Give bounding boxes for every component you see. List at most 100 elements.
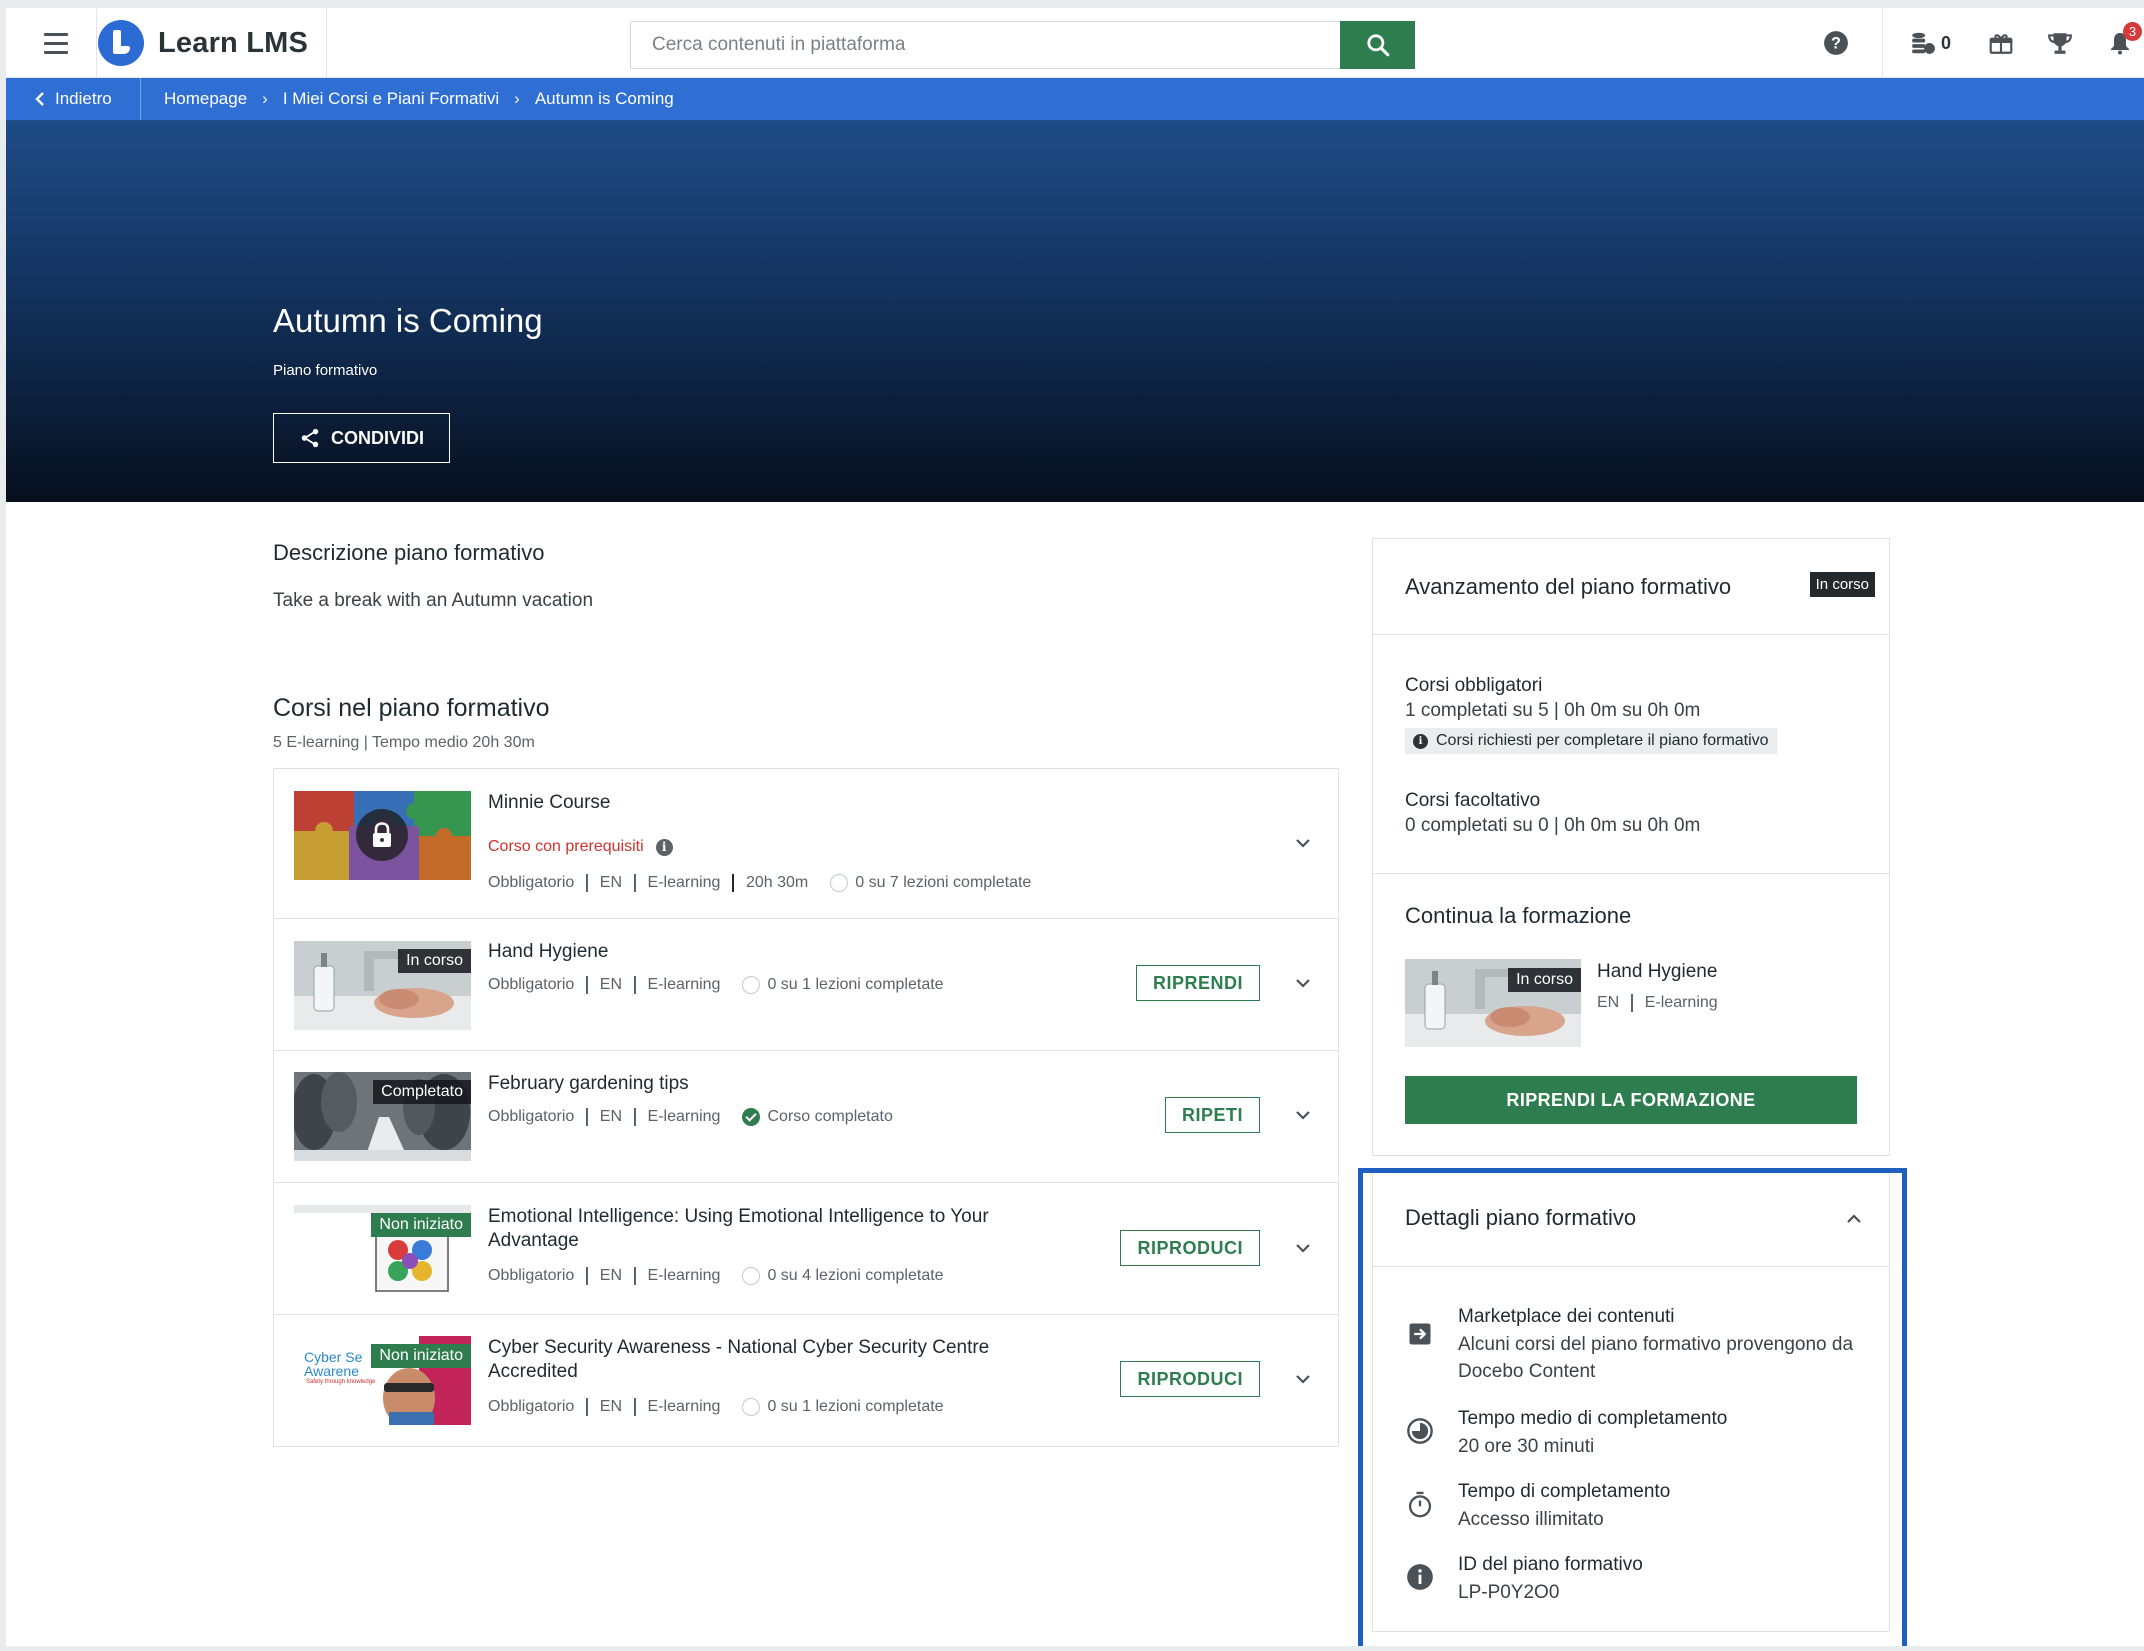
course-title[interactable]: Emotional Intelligence: Using Emotional … [488,1205,1048,1253]
divider [1373,873,1889,874]
breadcrumb-homepage[interactable]: Homepage [164,89,247,109]
progress-ring-icon [742,1267,761,1285]
notifications-bell[interactable]: 3 [2108,22,2142,58]
course-thumbnail[interactable] [294,791,471,880]
course-meta: Obbligatorio EN E-learning Corso complet… [488,1108,893,1126]
required-note: i Corsi richiesti per completare il pian… [1405,728,1777,754]
divider [1882,8,1883,78]
info-icon[interactable]: i [655,838,673,856]
status-badge: Non iniziato [371,1213,471,1237]
course-lang: EN [599,1398,623,1415]
help-icon[interactable]: ? [1823,28,1849,58]
course-format: E-learning [647,874,721,891]
menu-icon[interactable] [26,22,86,64]
optional-value: 0 completati su 0 | 0h 0m su 0h 0m [1405,815,1701,836]
course-row[interactable]: Cyber Se Awarene Safety through knowledg… [274,1314,1338,1446]
lock-icon [356,809,408,861]
course-row[interactable]: Non iniziato Emotional Intelligence: Usi… [274,1182,1338,1314]
course-type: Obbligatorio [488,976,575,993]
course-type: Obbligatorio [488,1108,575,1125]
course-title[interactable]: February gardening tips [488,1072,689,1096]
chevron-down-icon[interactable] [1292,1104,1314,1126]
course-meta: Obbligatorio EN E-learning 0 su 1 lezion… [488,1398,944,1416]
required-note-text: Corsi richiesti per completare il piano … [1436,732,1769,749]
course-progress: 0 su 7 lezioni completate [855,874,1032,891]
progress-ring-icon [742,976,761,994]
search-input[interactable] [631,22,1311,68]
share-button[interactable]: CONDIVIDI [273,413,450,463]
status-badge: Non iniziato [371,1344,471,1368]
play-button[interactable]: RIPRODUCI [1120,1361,1260,1397]
thumb-text: Safety through knowledge [306,1379,376,1385]
brand-logo[interactable]: Learn LMS [98,20,308,66]
progress-ring-icon [830,874,849,892]
logo-icon [98,20,144,66]
highlight-outline [1358,1168,1907,1646]
chevron-down-icon[interactable] [1292,1237,1314,1259]
courses-summary: 5 E-learning | Tempo medio 20h 30m [273,734,535,751]
mandatory-value: 1 completati su 5 | 0h 0m su 0h 0m [1405,700,1701,721]
svg-text:?: ? [1831,34,1841,52]
course-meta: Obbligatorio EN E-learning 20h 30m 0 su … [488,874,1031,892]
chevron-down-icon[interactable] [1292,972,1314,994]
progress-card: Avanzamento del piano formativo In corso… [1372,538,1890,1156]
courses-heading: Corsi nel piano formativo [273,694,550,722]
progress-ring-icon [742,1398,761,1416]
thumb-text: Awarene [304,1363,360,1379]
course-row[interactable]: In corso Hand Hygiene Obbligatorio EN E-… [274,918,1338,1050]
continue-thumbnail[interactable]: In corso [1405,959,1581,1047]
progress-card-title: Avanzamento del piano formativo [1405,574,1732,599]
app-frame: Learn LMS ? 0 3 Ind [6,8,2144,1646]
continue-course-title[interactable]: Hand Hygiene [1597,961,1717,983]
course-thumbnail[interactable]: Completato [294,1072,471,1161]
page-title: Autumn is Coming [273,302,543,339]
course-meta: Obbligatorio EN E-learning 0 su 1 lezion… [488,976,944,994]
notifications-badge: 3 [2123,22,2142,41]
breadcrumb-my-courses[interactable]: I Miei Corsi e Piani Formativi [283,89,499,109]
prereq-label: Corso con prerequisiti [488,838,644,855]
top-bar: Learn LMS ? 0 3 [6,8,2144,78]
course-format: E-learning [647,976,721,993]
search-button[interactable] [1340,21,1415,69]
search-box [630,21,1415,69]
optional-label: Corsi facoltativo [1405,790,1541,811]
course-lang: EN [599,1267,623,1284]
course-thumbnail[interactable]: In corso [294,941,471,1030]
play-button[interactable]: RIPRODUCI [1120,1230,1260,1266]
share-label: CONDIVIDI [330,427,424,448]
chevron-right-icon: › [262,89,268,108]
repeat-button[interactable]: RIPETI [1164,1097,1260,1133]
trophy-icon[interactable] [2047,28,2073,58]
course-progress: 0 su 1 lezioni completate [767,976,944,993]
back-link[interactable]: Indietro [34,78,112,120]
status-badge: In corso [1508,968,1581,992]
progress-card-header: Avanzamento del piano formativo In corso [1373,539,1889,635]
status-badge: Completato [373,1080,471,1104]
course-progress: 0 su 4 lezioni completate [767,1267,944,1284]
breadcrumb: Homepage › I Miei Corsi e Piani Formativ… [164,78,674,120]
page-subtitle: Piano formativo [273,362,378,379]
course-list: Minnie Course Corso con prerequisiti i O… [273,768,1339,1447]
course-title[interactable]: Hand Hygiene [488,940,608,964]
course-thumbnail[interactable]: Non iniziato [294,1205,471,1294]
course-row[interactable]: Completato February gardening tips Obbli… [274,1050,1338,1182]
resume-button[interactable]: RIPRENDI [1135,965,1260,1001]
course-progress: Corso completato [767,1108,893,1125]
chevron-left-icon [35,92,44,106]
course-lang: EN [599,874,623,891]
course-row[interactable]: Minnie Course Corso con prerequisiti i O… [274,769,1338,918]
course-type: Obbligatorio [488,1267,575,1284]
check-circle-icon [742,1108,761,1126]
chevron-down-icon[interactable] [1292,1368,1314,1390]
status-badge: In corso [1809,572,1875,597]
divider [326,8,327,78]
coins-widget[interactable]: 0 [1910,28,1951,58]
coins-count: 0 [1941,32,1952,53]
course-thumbnail[interactable]: Cyber Se Awarene Safety through knowledg… [294,1336,471,1425]
chevron-down-icon[interactable] [1292,832,1314,854]
course-title[interactable]: Minnie Course [488,791,611,815]
course-type: Obbligatorio [488,874,575,891]
resume-training-button[interactable]: RIPRENDI LA FORMAZIONE [1405,1076,1857,1124]
course-title[interactable]: Cyber Security Awareness - National Cybe… [488,1336,1048,1384]
gift-icon[interactable] [1988,28,2014,58]
